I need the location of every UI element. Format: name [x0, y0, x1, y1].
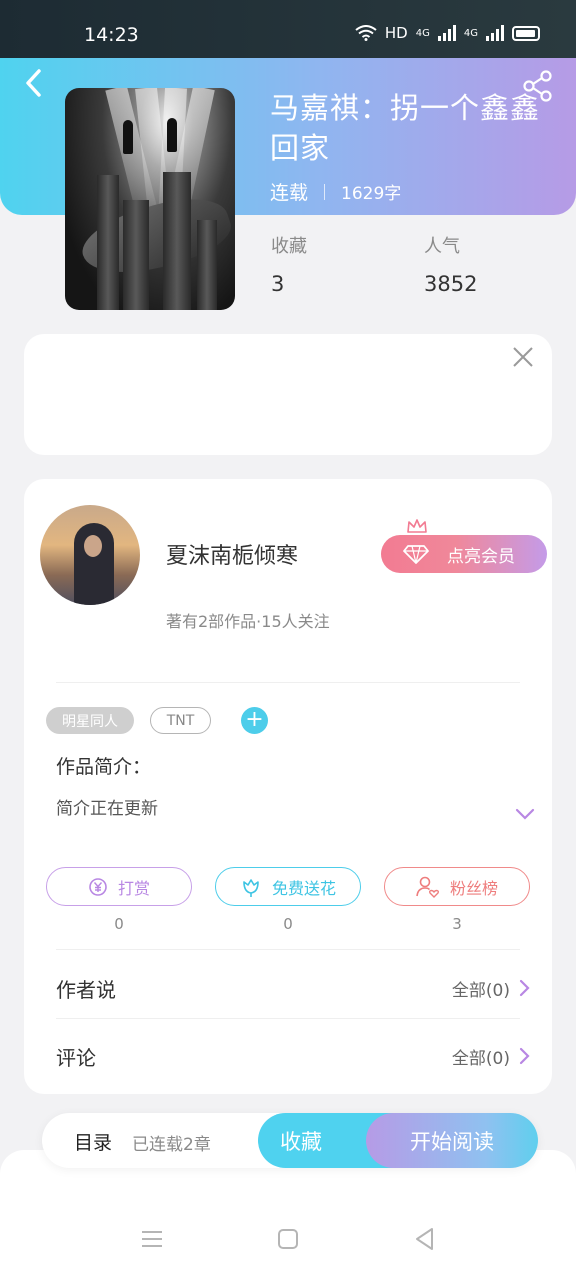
send-flower-button[interactable]: 免费送花: [215, 867, 361, 906]
stat-favorites: 收藏 3: [271, 232, 307, 296]
fans-ranking-button[interactable]: 粉丝榜: [384, 867, 530, 906]
start-reading-label: 开始阅读: [410, 1129, 494, 1154]
hd-label: HD: [384, 24, 408, 42]
diamond-icon: [403, 545, 429, 564]
send-flower-label: 免费送花: [271, 878, 336, 898]
vip-button-label: 点亮会员: [447, 546, 515, 567]
start-reading-button[interactable]: 开始阅读: [366, 1113, 538, 1168]
comments-count: 全部(0): [451, 1048, 510, 1069]
book-title: 马嘉祺：拐一个鑫鑫回家: [270, 91, 541, 165]
tag-custom[interactable]: TNT: [150, 707, 211, 734]
meta-divider: [324, 183, 326, 200]
divider: [56, 949, 520, 950]
signal-icon: [437, 25, 456, 41]
stat-popularity: 人气 3852: [424, 232, 477, 296]
back-icon[interactable]: [20, 66, 50, 100]
wifi-icon: [355, 25, 377, 41]
author-notes-row[interactable]: 作者说 全部(0): [56, 968, 530, 1008]
chevron-right-icon: [519, 1047, 530, 1065]
author-summary: 著有2部作品·15人关注: [166, 612, 330, 631]
tag-genre[interactable]: 明星同人: [46, 707, 134, 734]
signal-icon-2: [486, 25, 504, 41]
book-meta: 连载 1629字: [270, 178, 401, 205]
divider: [56, 682, 520, 683]
stat-label: 人气: [424, 236, 460, 257]
stat-label: 收藏: [271, 236, 307, 257]
flower-icon: [243, 878, 259, 897]
vip-button[interactable]: 点亮会员: [381, 535, 547, 573]
fans-count: 3: [452, 915, 462, 933]
ad-card: [24, 334, 552, 455]
yen-coin-icon: [89, 877, 107, 896]
divider: [56, 1018, 520, 1019]
serial-status: 连载: [270, 182, 309, 204]
user-heart-icon: [416, 876, 440, 898]
home-icon[interactable]: [275, 1226, 301, 1252]
status-bar: 14:23 HD 4G 4G: [0, 0, 576, 58]
favorite-label: 收藏: [280, 1129, 322, 1154]
toc-status[interactable]: 已连载2章: [132, 1130, 211, 1155]
chevron-right-icon: [519, 979, 530, 997]
intro-text: 简介正在更新: [56, 799, 158, 819]
tip-button[interactable]: 打赏: [46, 867, 192, 906]
tip-count: 0: [114, 915, 124, 933]
word-count: 1629字: [341, 184, 402, 204]
comments-row[interactable]: 评论 全部(0): [56, 1036, 530, 1076]
add-tag-button[interactable]: +: [241, 707, 268, 734]
author-name[interactable]: 夏沫南栀倾寒: [166, 538, 298, 570]
stat-value: 3: [271, 272, 285, 296]
toc-button[interactable]: 目录: [74, 1128, 112, 1155]
back-nav-icon[interactable]: [412, 1226, 438, 1252]
menu-icon[interactable]: [139, 1226, 165, 1252]
comments-more[interactable]: 全部(0): [452, 1044, 530, 1069]
tip-label: 打赏: [117, 878, 150, 898]
flower-count: 0: [283, 915, 293, 933]
crown-icon: [407, 519, 427, 533]
chevron-down-icon[interactable]: [514, 806, 536, 822]
fans-ranking-label: 粉丝榜: [449, 878, 498, 898]
system-navbar: [0, 1200, 576, 1280]
battery-icon: [512, 25, 540, 41]
intro-title: 作品简介：: [56, 756, 152, 778]
signal-4g-label: 4G: [415, 27, 430, 39]
author-notes-more[interactable]: 全部(0): [452, 976, 530, 1001]
signal-4g-label-2: 4G: [463, 27, 478, 39]
author-notes-count: 全部(0): [451, 980, 510, 1001]
stat-value: 3852: [424, 272, 478, 296]
close-icon[interactable]: [512, 346, 534, 368]
status-time: 14:23: [84, 24, 139, 46]
status-icons: HD 4G 4G: [355, 24, 540, 42]
comments-label: 评论: [56, 1045, 96, 1070]
book-cover[interactable]: [65, 88, 235, 310]
author-avatar[interactable]: [40, 505, 140, 605]
author-notes-label: 作者说: [56, 977, 116, 1002]
